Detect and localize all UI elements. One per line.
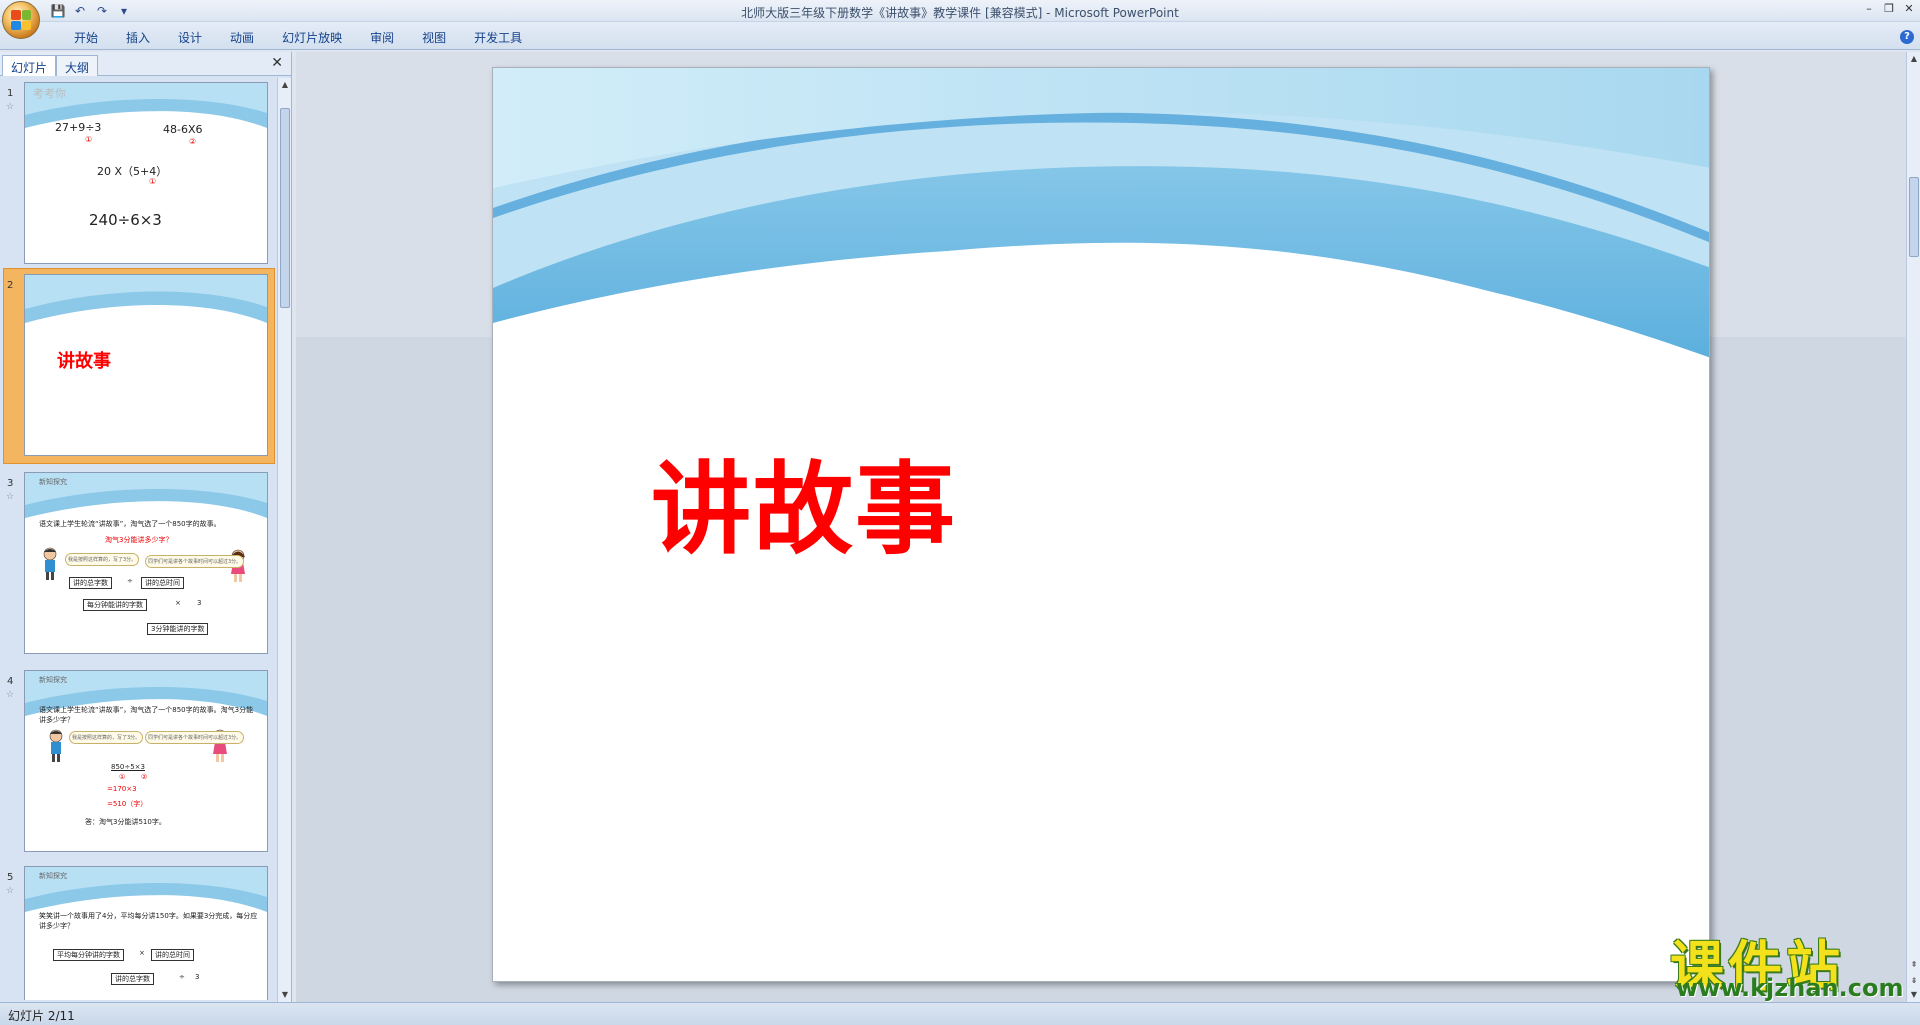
thumb-header: 新知探究: [39, 872, 67, 880]
slide-thumbnail[interactable]: 新知探究 笑笑讲一个故事用了4分，平均每分讲150字。如果要3分完成，每分应讲多…: [24, 866, 268, 1000]
thumb-answer: 答：淘气3分能讲510字。: [85, 818, 166, 826]
scroll-up-icon[interactable]: ▲: [278, 78, 292, 92]
thumb-header: 考考你: [33, 87, 66, 100]
ribbon-tabs: 开始 插入 设计 动画 幻灯片放映 审阅 视图 开发工具: [60, 29, 536, 46]
box-total-words: 讲的总字数: [111, 973, 154, 985]
calc-mark-1: ①: [119, 773, 126, 781]
slide-thumbnail[interactable]: 新知探究 语文课上学生轮流“讲故事”，淘气选了一个850字的故事。 淘气3分能讲…: [24, 472, 268, 654]
office-logo-icon: [11, 10, 31, 30]
thumb-question: 淘气3分能讲多少字？: [105, 536, 173, 544]
calc-line-1: 850÷5×3: [111, 763, 145, 771]
thumb-expr-3: 20 X（5+4）: [97, 165, 168, 178]
thumb-mark-1: ①: [85, 135, 93, 144]
thumbnail-number: 2: [7, 280, 14, 291]
op-divide: ÷: [127, 577, 133, 585]
box-total-time: 讲的总时间: [141, 577, 184, 589]
speech-bubble-left: 我是按照这样算的，写了3分。: [69, 731, 144, 744]
op-multiply: ×: [139, 949, 145, 957]
panel-tabs: 幻灯片 大纲 ✕: [0, 52, 291, 76]
minimize-icon[interactable]: –: [1862, 2, 1876, 15]
op-multiply: ×: [175, 599, 181, 607]
ribbon: 开始 插入 设计 动画 幻灯片放映 审阅 视图 开发工具 ?: [0, 22, 1920, 50]
speech-bubble-left: 我是按照这样算的，写了3分。: [65, 553, 140, 566]
next-slide-icon[interactable]: ⇟: [1907, 974, 1920, 988]
thumb-header: 新知探究: [39, 478, 67, 486]
slide-indicator: 幻灯片 2/11: [8, 1009, 75, 1023]
tab-developer[interactable]: 开发工具: [460, 29, 536, 46]
transition-star-icon: ☆: [6, 886, 15, 896]
boy-figure-icon: [41, 547, 59, 581]
thumbnail-scrollbar[interactable]: ▲ ▼: [277, 78, 291, 1002]
transition-star-icon: ☆: [6, 492, 15, 502]
box-total-words: 讲的总字数: [69, 577, 112, 589]
slide-thumbnail[interactable]: 新知探究 语文课上学生轮流“讲故事”，淘气选了一个850字的故事。淘气3分能讲多…: [24, 670, 268, 852]
transition-star-icon: ☆: [6, 102, 15, 112]
slide-thumbnail[interactable]: 考考你 27+9÷3 ① 48-6X6 ② 20 X（5+4） ① 240÷6×…: [24, 82, 268, 264]
box-words-per-minute: 每分钟能讲的字数: [83, 599, 147, 611]
watermark-url: www.kjzhan.com: [1676, 974, 1904, 1002]
op-divide: ÷: [179, 973, 185, 981]
status-bar: 幻灯片 2/11: [0, 1002, 1920, 1025]
box-avg-words-per-minute: 平均每分钟讲的字数: [53, 949, 124, 961]
thumbnail-number: 4: [7, 676, 14, 687]
thumb-text: 笑笑讲一个故事用了4分，平均每分讲150字。如果要3分完成，每分应讲多少字？: [39, 912, 258, 930]
wave-decoration: [25, 275, 267, 323]
speech-bubble-right: 同学们可是讲各个故事时间可以超过3分。: [145, 555, 245, 568]
watermark: 课件站 www.kjzhan.com: [1670, 922, 1904, 1002]
thumb-expr-2: 48-6X6: [163, 123, 203, 136]
op-three: 3: [197, 599, 202, 607]
thumbnail-number: 3: [7, 478, 14, 489]
slide-editor: 讲故事: [296, 52, 1906, 1002]
slide-wave-background: [493, 68, 1709, 388]
editor-scrollbar[interactable]: ▲ ⇞ ⇟ ▼: [1906, 52, 1920, 1002]
thumbnail-number: 1: [7, 88, 14, 99]
slides-panel: 幻灯片 大纲 ✕ 1 ☆ 考考你 27+9÷3 ① 48-6X6 ② 20 X（…: [0, 52, 292, 1002]
thumbnail-list: 1 ☆ 考考你 27+9÷3 ① 48-6X6 ② 20 X（5+4） ① 24…: [0, 82, 276, 1000]
thumb-mark-2: ②: [189, 137, 197, 146]
thumb-text: 语文课上学生轮流“讲故事”，淘气选了一个850字的故事。淘气3分能讲多少字？: [39, 706, 254, 724]
boy-figure-icon: [47, 729, 65, 763]
scrollbar-thumb[interactable]: [280, 108, 290, 308]
calc-mark-2: ②: [141, 773, 148, 781]
box-words-in-3-minutes: 3分钟能讲的字数: [147, 623, 209, 635]
slide-title[interactable]: 讲故事: [651, 428, 957, 573]
window-controls: – ❐ ✕: [1862, 2, 1916, 15]
tab-slides[interactable]: 幻灯片: [2, 55, 57, 76]
thumb-expr-4: 240÷6×3: [89, 211, 162, 229]
scroll-down-icon[interactable]: ▼: [278, 988, 292, 1002]
tab-outline[interactable]: 大纲: [56, 55, 99, 76]
scroll-up-icon[interactable]: ▲: [1907, 52, 1920, 66]
calc-line-2: =170×3: [107, 785, 137, 793]
slide-thumbnail-selected[interactable]: 讲故事: [24, 274, 268, 456]
tab-slideshow[interactable]: 幻灯片放映: [268, 29, 356, 46]
tab-home[interactable]: 开始: [60, 29, 112, 46]
tab-animations[interactable]: 动画: [216, 29, 268, 46]
scroll-down-icon[interactable]: ▼: [1907, 988, 1920, 1002]
thumb-expr-1: 27+9÷3: [55, 121, 102, 134]
speech-bubble-right: 同学们可是讲各个故事时间可以超过3分。: [145, 731, 245, 744]
thumb-text: 语文课上学生轮流“讲故事”，淘气选了一个850字的故事。: [39, 520, 221, 528]
current-slide[interactable]: 讲故事: [492, 67, 1710, 982]
scrollbar-thumb[interactable]: [1909, 177, 1919, 257]
box-total-time: 讲的总时间: [151, 949, 194, 961]
restore-icon[interactable]: ❐: [1882, 2, 1896, 15]
prev-slide-icon[interactable]: ⇞: [1907, 958, 1920, 972]
office-button[interactable]: [2, 1, 40, 39]
tab-review[interactable]: 审阅: [356, 29, 408, 46]
tab-insert[interactable]: 插入: [112, 29, 164, 46]
transition-star-icon: ☆: [6, 690, 15, 700]
thumb-header: 新知探究: [39, 676, 67, 684]
close-icon[interactable]: ✕: [1902, 2, 1916, 15]
thumb-mark-3: ①: [149, 177, 157, 186]
op-three: 3: [195, 973, 200, 981]
window-title: 北师大版三年级下册数学《讲故事》教学课件 [兼容模式] - Microsoft …: [741, 6, 1179, 20]
close-icon[interactable]: ✕: [271, 55, 283, 71]
help-icon[interactable]: ?: [1900, 30, 1914, 44]
thumb-title: 讲故事: [57, 351, 111, 372]
thumbnail-number: 5: [7, 872, 14, 883]
tab-design[interactable]: 设计: [164, 29, 216, 46]
calc-line-3: =510（字）: [107, 800, 148, 808]
title-bar: 💾 ↶ ↷ ▾ 北师大版三年级下册数学《讲故事》教学课件 [兼容模式] - Mi…: [0, 0, 1920, 39]
tab-view[interactable]: 视图: [408, 29, 460, 46]
